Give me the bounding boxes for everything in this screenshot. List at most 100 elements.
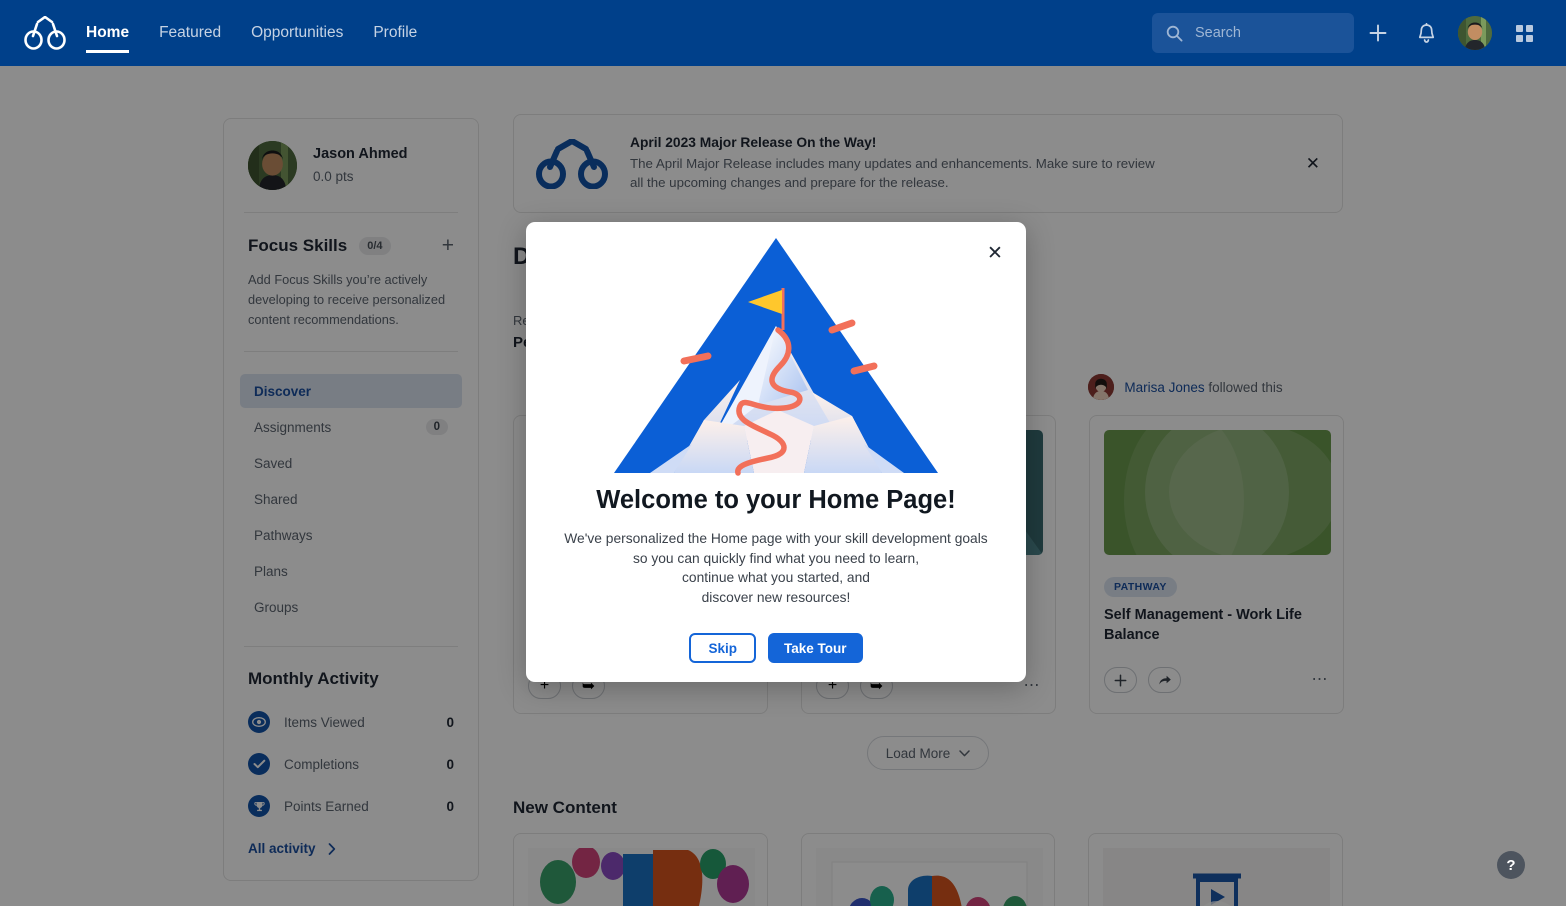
app-switcher-button[interactable]	[1500, 9, 1548, 57]
card-thumbnail	[1104, 430, 1331, 555]
left-sidebar: Jason Ahmed 0.0 pts Focus Skills 0/4 + A…	[223, 118, 479, 882]
help-button[interactable]: ?	[1497, 851, 1525, 879]
mountain-peak-flag-illustration	[614, 238, 938, 476]
modal-body-line: We've personalized the Home page with yo…	[564, 531, 988, 546]
attribution-user-link[interactable]: Marisa Jones	[1124, 380, 1204, 395]
avatar[interactable]	[1458, 16, 1492, 50]
attribution-text: Marisa Jones followed this	[1124, 380, 1282, 395]
search-icon	[1166, 25, 1183, 42]
new-content-card[interactable]	[1088, 833, 1344, 906]
monthly-activity-title: Monthly Activity	[248, 669, 379, 689]
check-icon	[248, 753, 270, 776]
binoculars-logo-icon[interactable]	[24, 16, 66, 50]
load-more-button[interactable]: Load More	[866, 736, 990, 770]
binoculars-icon	[536, 139, 608, 189]
app-root: Home Featured Opportunities Profile Sear…	[0, 0, 1566, 906]
skip-button[interactable]: Skip	[689, 633, 756, 664]
modal-close-button[interactable]: ✕	[982, 240, 1008, 266]
sidebar-item-saved[interactable]: Saved	[240, 446, 462, 480]
thumbnail-image	[1104, 430, 1331, 555]
search-input[interactable]	[1195, 25, 1325, 41]
banner-text: April 2023 Major Release On the Way! The…	[630, 135, 1155, 193]
sidebar-item-assignments[interactable]: Assignments 0	[240, 410, 462, 444]
sidebar-item-label: Assignments	[254, 419, 332, 435]
avatar	[1088, 374, 1115, 400]
sidebar-nav-list: Discover Assignments 0 Saved Shared Path…	[224, 374, 478, 624]
primary-nav-links: Home Featured Opportunities Profile	[86, 0, 417, 66]
card-thumbnail	[1103, 848, 1331, 906]
divider	[244, 212, 458, 213]
people-heads-illustration: Communication Skills in	[528, 848, 755, 906]
add-button[interactable]	[1354, 9, 1402, 57]
assignments-count: 0	[425, 419, 448, 436]
welcome-modal: ✕ Welcome to your Home Page! We've perso…	[526, 222, 1026, 682]
all-activity-link[interactable]: All activity	[224, 827, 478, 856]
sidebar-item-plans[interactable]: Plans	[240, 554, 462, 588]
modal-title: Welcome to your Home Page!	[596, 486, 956, 514]
card-more-button[interactable]: ⋯	[1312, 672, 1330, 687]
eye-icon	[248, 711, 270, 734]
profile-text: Jason Ahmed 0.0 pts	[313, 144, 408, 187]
card-more-button[interactable]: ⋯	[1024, 678, 1042, 693]
activity-attribution: Marisa Jones followed this	[1088, 373, 1343, 401]
new-content-card[interactable]: Communication Skills in	[513, 833, 768, 906]
activity-label: Points Earned	[284, 798, 369, 814]
nav-link-opportunities[interactable]: Opportunities	[251, 21, 343, 45]
modal-body-line: so you can quickly find what you need to…	[632, 550, 920, 566]
avatar	[248, 141, 297, 190]
add-to-plan-button[interactable]	[1104, 667, 1137, 694]
notifications-button[interactable]	[1402, 9, 1450, 57]
sidebar-item-shared[interactable]: Shared	[240, 482, 462, 516]
user-avatar-image	[1458, 16, 1492, 50]
video-presentation-icon	[1103, 848, 1331, 906]
card-title: Self Management - Work Life Balance	[1104, 607, 1302, 643]
attribution-suffix: followed this	[1204, 379, 1283, 395]
activity-label: Items Viewed	[284, 714, 365, 730]
add-focus-skill-button[interactable]: +	[442, 235, 454, 256]
content-card-pathway[interactable]: PATHWAY Self Management - Work Life Bala…	[1089, 415, 1344, 714]
sidebar-item-discover[interactable]: Discover	[240, 374, 462, 409]
chevron-right-icon	[328, 843, 335, 855]
load-more-wrapper: Load More	[513, 736, 1343, 770]
plus-icon	[1114, 674, 1127, 687]
focus-skills-title: Focus Skills	[248, 235, 348, 255]
trophy-icon	[248, 795, 270, 818]
activity-row-completions: Completions 0	[224, 743, 478, 785]
load-more-label: Load More	[885, 745, 951, 761]
new-content-card[interactable]	[800, 833, 1056, 906]
divider	[244, 646, 458, 648]
focus-skills-header: Focus Skills 0/4 +	[224, 235, 478, 256]
profile-summary[interactable]: Jason Ahmed 0.0 pts	[224, 141, 478, 190]
card-actions: ⋯	[1104, 667, 1330, 694]
bell-icon	[1418, 22, 1434, 43]
all-activity-label: All activity	[248, 841, 316, 857]
user-avatar-image	[248, 141, 297, 190]
chevron-down-icon	[959, 749, 971, 756]
sidebar-item-label: Shared	[254, 491, 298, 507]
nav-link-home[interactable]: Home	[86, 21, 130, 53]
activity-row-points-earned: Points Earned 0	[224, 785, 478, 827]
banner-body: The April Major Release includes many up…	[630, 156, 1155, 190]
modal-body-line: continue what you started, and	[682, 570, 870, 586]
card-thumbnail	[815, 848, 1043, 906]
nav-right-actions	[1152, 9, 1548, 57]
sidebar-item-pathways[interactable]: Pathways	[240, 518, 462, 552]
banner-close-button[interactable]: ✕	[1306, 154, 1320, 174]
sidebar-item-groups[interactable]: Groups	[240, 590, 462, 624]
focus-skills-badge: 0/4	[359, 236, 391, 255]
app-grid-icon	[1515, 24, 1533, 42]
sidebar-item-label: Saved	[254, 455, 293, 471]
banner-title: April 2023 Major Release On the Way!	[630, 135, 877, 150]
take-tour-button[interactable]: Take Tour	[768, 633, 863, 664]
nav-link-profile[interactable]: Profile	[373, 21, 417, 45]
nav-link-featured[interactable]: Featured	[159, 21, 221, 45]
people-heads-illustration	[815, 848, 1043, 906]
activity-label: Completions	[284, 756, 360, 772]
card-thumbnail: Communication Skills in	[528, 848, 755, 906]
activity-value: 0	[446, 756, 454, 772]
sidebar-item-label: Pathways	[254, 527, 313, 543]
search-box[interactable]	[1152, 13, 1354, 53]
activity-value: 0	[446, 714, 454, 730]
profile-name: Jason Ahmed	[313, 145, 408, 162]
share-button[interactable]	[1148, 667, 1181, 694]
